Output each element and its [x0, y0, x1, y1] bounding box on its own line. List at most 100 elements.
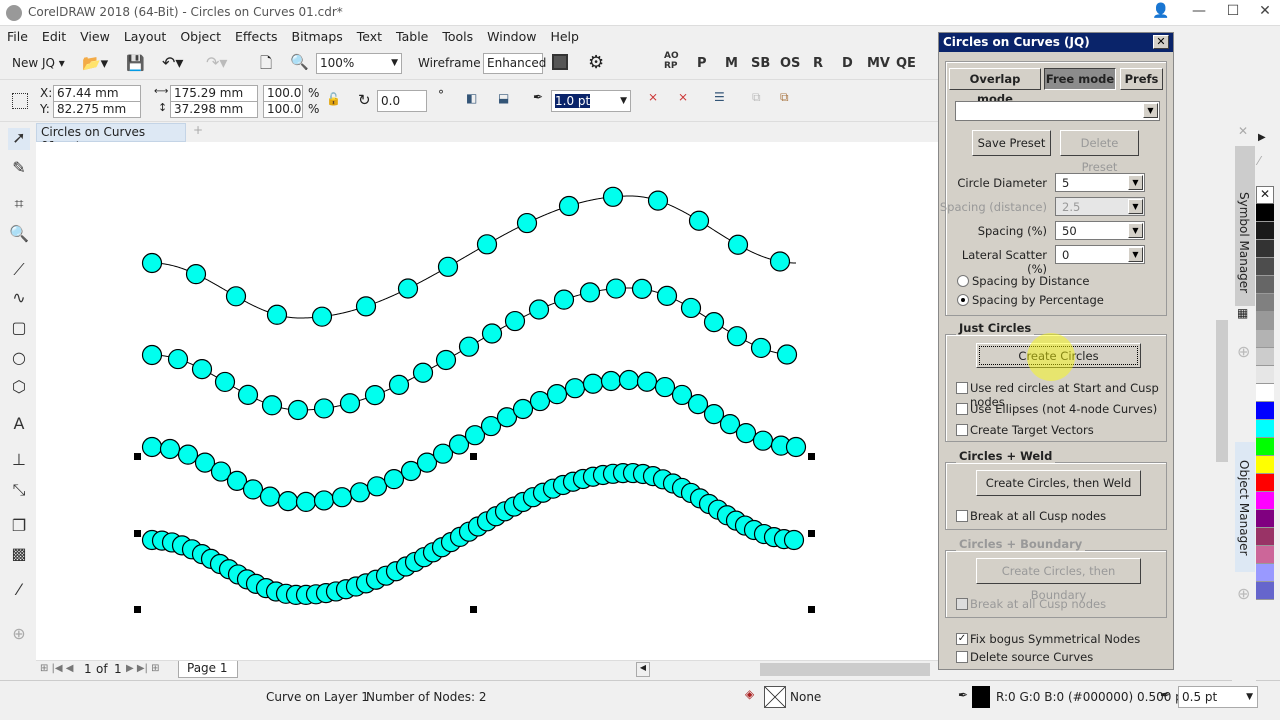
mirror-vertical-icon[interactable]: ⬓ — [498, 91, 509, 105]
selection-handle[interactable] — [470, 606, 477, 613]
minimize-button[interactable]: — — [1184, 3, 1214, 23]
circle[interactable] — [656, 285, 678, 306]
scale-width-input[interactable]: 100.0 — [263, 85, 303, 102]
height-input[interactable]: 37.298 mm — [170, 101, 258, 118]
text-wrap-icon[interactable]: ☰ — [714, 90, 725, 104]
drawing-canvas[interactable] — [36, 142, 940, 660]
circle[interactable] — [776, 344, 798, 365]
circle[interactable] — [504, 310, 526, 332]
circle[interactable] — [185, 264, 207, 285]
crop-tool-icon[interactable]: ⌗ — [8, 194, 30, 216]
add-tool-icon[interactable]: ⊕ — [8, 624, 30, 646]
macro-button-m[interactable]: M — [725, 56, 738, 71]
width-input[interactable]: 175.29 mm — [170, 85, 258, 102]
circle[interactable] — [516, 212, 538, 234]
no-fill-swatch[interactable] — [764, 686, 786, 708]
circle[interactable] — [259, 486, 281, 507]
color-swatch[interactable] — [1256, 258, 1274, 276]
rectangle-tool-icon[interactable]: ▢ — [8, 318, 30, 340]
artistic-media-icon[interactable]: ∿ — [8, 288, 30, 310]
selection-handle[interactable] — [134, 606, 141, 613]
menu-bitmaps[interactable]: Bitmaps — [285, 26, 350, 44]
save-icon[interactable]: 💾 — [126, 54, 145, 72]
break-apart-icon[interactable]: ⨯ — [648, 90, 658, 104]
selection-handle[interactable] — [134, 530, 141, 537]
selection-handle[interactable] — [808, 530, 815, 537]
circle[interactable] — [703, 312, 725, 333]
tab-overlap-mode[interactable]: Overlap mode — [949, 68, 1041, 106]
lock-ratio-icon[interactable]: 🔓 — [326, 92, 341, 106]
macro-button-qe[interactable]: QE — [896, 56, 916, 71]
to-front-icon[interactable]: ⧉ — [752, 90, 761, 105]
zoom-tool-icon[interactable]: 🔍 — [8, 224, 30, 246]
circle[interactable] — [313, 490, 335, 511]
color-swatch[interactable] — [1256, 474, 1274, 492]
field-combo[interactable]: 0 ▼ — [1055, 245, 1145, 264]
transparency-icon[interactable]: ▩ — [8, 544, 30, 566]
freehand-tool-icon[interactable]: ⟋ — [8, 260, 30, 282]
spacing-by-percentage-radio[interactable] — [957, 294, 969, 306]
circle[interactable] — [528, 299, 550, 320]
circle[interactable] — [331, 487, 353, 508]
mirror-horizontal-icon[interactable]: ◧ — [466, 91, 477, 105]
circle[interactable] — [735, 422, 757, 444]
circle[interactable] — [159, 438, 181, 460]
polygon-tool-icon[interactable]: ⬡ — [8, 377, 30, 399]
color-swatch[interactable] — [1256, 312, 1274, 330]
full-screen-icon[interactable] — [552, 54, 568, 70]
docker-close-icon[interactable]: ✕ — [1238, 124, 1248, 138]
page-nav-buttons[interactable]: ⊞ |◀ ◀ — [40, 663, 74, 674]
status-outline-width-combo[interactable]: 0.5 pt ▼ — [1178, 686, 1258, 708]
menu-tools[interactable]: Tools — [435, 26, 480, 44]
shape-tool-icon[interactable]: ✎ — [8, 158, 30, 180]
create-circles-weld-button[interactable]: Create Circles, then Weld — [976, 470, 1141, 496]
maximize-button[interactable]: ☐ — [1218, 3, 1248, 23]
tab-free-mode[interactable]: Free mode — [1044, 68, 1116, 90]
use-ellipses-checkbox[interactable] — [956, 403, 968, 415]
dialog-close-button[interactable]: ✕ — [1153, 35, 1169, 49]
redo-icon[interactable]: ↷▾ — [206, 53, 227, 72]
palette-flyout-icon[interactable]: ▶ — [1258, 132, 1266, 143]
color-swatch[interactable] — [1256, 276, 1274, 294]
circle[interactable] — [600, 370, 622, 392]
menu-text[interactable]: Text — [350, 26, 389, 44]
circle[interactable] — [631, 278, 653, 299]
field-combo[interactable]: 50 ▼ — [1055, 221, 1145, 240]
circle[interactable] — [355, 296, 377, 317]
circle[interactable] — [727, 234, 749, 255]
color-swatch[interactable] — [1256, 456, 1274, 474]
selection-handle[interactable] — [808, 453, 815, 460]
new-tab-plus-icon[interactable]: + — [190, 123, 206, 142]
drop-shadow-icon[interactable]: ❐ — [8, 516, 30, 538]
red-circles-checkbox[interactable] — [956, 382, 968, 394]
circle[interactable] — [636, 371, 658, 392]
fix-symmetrical-nodes-checkbox[interactable]: ✓ — [956, 633, 968, 645]
to-back-icon[interactable]: ⧉ — [780, 90, 789, 105]
circle[interactable] — [167, 348, 189, 370]
circle[interactable] — [512, 398, 534, 420]
macro-button-aorp[interactable]: AO RP — [664, 51, 682, 71]
circle[interactable] — [435, 349, 457, 371]
menu-window[interactable]: Window — [480, 26, 543, 44]
add-docker-icon[interactable]: ⊕ — [1237, 584, 1250, 603]
x-position-input[interactable]: 67.44 mm — [53, 85, 141, 102]
circle[interactable] — [364, 385, 386, 406]
import-icon[interactable]: 🗋 — [260, 53, 272, 78]
tab-prefs[interactable]: Prefs — [1120, 68, 1163, 90]
add-docker-icon[interactable]: ⊕ — [1237, 342, 1250, 361]
menu-effects[interactable]: Effects — [228, 26, 285, 44]
color-swatch[interactable] — [1256, 330, 1274, 348]
connector-tool-icon[interactable]: ⤡ — [8, 480, 30, 502]
boundary-break-cusp-checkbox[interactable] — [956, 598, 968, 610]
color-swatch[interactable] — [1256, 384, 1274, 402]
circle[interactable] — [605, 278, 627, 299]
macro-button-p[interactable]: P — [697, 56, 707, 71]
create-circles-boundary-button[interactable]: Create Circles, then Boundary — [976, 558, 1141, 602]
circle[interactable] — [546, 384, 568, 405]
eyedropper-palette-icon[interactable]: ⁄ — [1258, 154, 1260, 168]
color-swatch[interactable] — [1256, 492, 1274, 510]
circle[interactable] — [287, 399, 309, 421]
circle[interactable] — [785, 436, 807, 458]
outline-color-swatch[interactable] — [972, 686, 990, 708]
circle[interactable] — [654, 376, 676, 398]
